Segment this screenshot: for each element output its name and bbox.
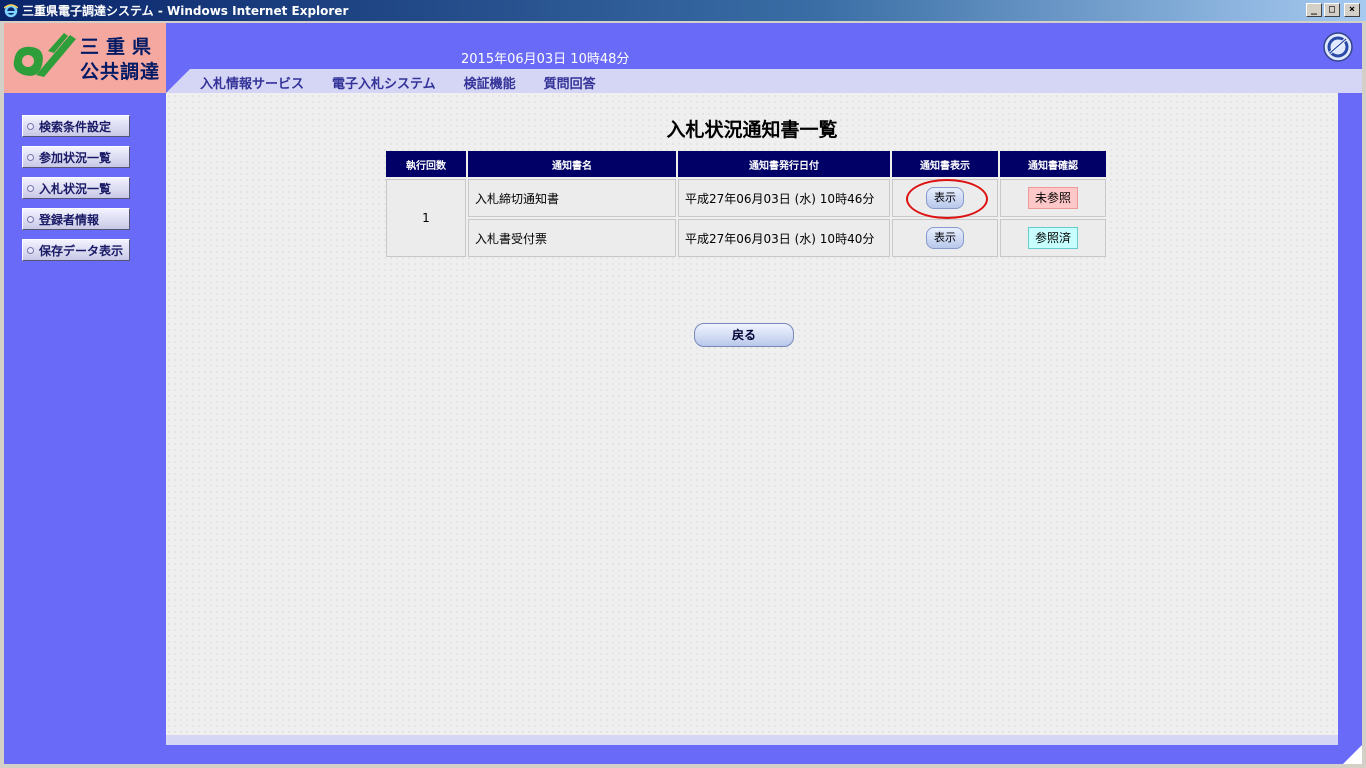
bullet-icon	[27, 246, 34, 254]
sidebar-item-label: 保存データ表示	[39, 243, 124, 258]
sidebar-saved-data[interactable]: 保存データ表示	[22, 239, 130, 261]
confirmation-cell: 参照済	[1000, 219, 1106, 257]
col-header-display: 通知書表示	[892, 151, 998, 177]
highlight-circle: 表示	[926, 187, 964, 209]
bullet-icon	[27, 122, 34, 130]
col-header-issue-date: 通知書発行日付	[678, 151, 890, 177]
col-header-confirmation: 通知書確認	[1000, 151, 1106, 177]
ie-logo-icon	[4, 3, 18, 17]
table-row: 入札書受付票 平成27年06月03日 (水) 10時40分 表示 参照済	[386, 219, 1106, 257]
sidebar-bid-status[interactable]: 入札状況一覧	[22, 177, 130, 199]
display-button[interactable]: 表示	[926, 227, 964, 249]
right-frame-edge	[1338, 93, 1362, 745]
sidebar: 検索条件設定 参加状況一覧 入札状況一覧 登録者情報 保存データ表示	[4, 93, 166, 764]
ie-globe-icon	[1323, 32, 1353, 62]
bullet-icon	[27, 184, 34, 192]
logo: 三重県 公共調達	[4, 23, 166, 93]
window-title: 三重県電子調達システム - Windows Internet Explorer	[22, 4, 349, 18]
current-datetime: 2015年06月03日 10時48分	[461, 52, 630, 67]
footer-bar	[166, 745, 1362, 764]
nav-qa[interactable]: 質問回答	[544, 73, 596, 92]
bullet-icon	[27, 153, 34, 161]
issue-date-cell: 平成27年06月03日 (水) 10時46分	[678, 179, 890, 217]
display-cell: 表示	[892, 219, 998, 257]
nav-verification[interactable]: 検証機能	[464, 73, 516, 92]
confirmation-cell: 未参照	[1000, 179, 1106, 217]
header: 2015年06月03日 10時48分	[166, 23, 1362, 69]
main-content: 入札状況通知書一覧 執行回数 通知書名 通知書発行日付 通知書表示 通知書確認 …	[166, 93, 1338, 735]
minimize-button[interactable]: _	[1306, 3, 1322, 17]
mie-logo-icon	[13, 33, 76, 77]
display-button[interactable]: 表示	[926, 187, 964, 209]
back-button[interactable]: 戻る	[694, 323, 794, 347]
logo-line2: 公共調達	[80, 61, 161, 83]
display-cell: 表示	[892, 179, 998, 217]
sidebar-participation-status[interactable]: 参加状況一覧	[22, 146, 130, 168]
sidebar-item-label: 登録者情報	[39, 212, 100, 227]
round-cell: 1	[386, 179, 466, 257]
maximize-button[interactable]: □	[1324, 3, 1340, 17]
notice-name-cell: 入札締切通知書	[468, 179, 676, 217]
page-title: 入札状況通知書一覧	[666, 119, 838, 141]
notice-name-cell: 入札書受付票	[468, 219, 676, 257]
table-row: 1 入札締切通知書 平成27年06月03日 (水) 10時46分 表示 未参照	[386, 179, 1106, 257]
logo-line1: 三重県	[80, 36, 159, 58]
sidebar-item-label: 参加状況一覧	[39, 150, 112, 165]
window-controls: _ □ ×	[1306, 3, 1360, 17]
footer-strip	[166, 735, 1338, 745]
bullet-icon	[27, 215, 34, 223]
sidebar-search-conditions[interactable]: 検索条件設定	[22, 115, 130, 137]
status-badge-read: 参照済	[1028, 227, 1078, 249]
status-badge-unread: 未参照	[1028, 187, 1078, 209]
sidebar-item-label: 入札状況一覧	[39, 181, 112, 196]
sidebar-item-label: 検索条件設定	[39, 119, 112, 134]
nav-e-bidding-system[interactable]: 電子入札システム	[332, 73, 436, 92]
col-header-round: 執行回数	[386, 151, 466, 177]
close-button[interactable]: ×	[1344, 3, 1360, 17]
top-nav: 入札情報サービス 電子入札システム 検証機能 質問回答	[166, 69, 1362, 93]
window-titlebar: 三重県電子調達システム - Windows Internet Explorer …	[0, 0, 1366, 21]
nav-bid-info-service[interactable]: 入札情報サービス	[200, 73, 304, 92]
issue-date-cell: 平成27年06月03日 (水) 10時40分	[678, 219, 890, 257]
table-header-row: 執行回数 通知書名 通知書発行日付 通知書表示 通知書確認	[386, 151, 1106, 177]
notice-table: 執行回数 通知書名 通知書発行日付 通知書表示 通知書確認 1 入札締切通知書 …	[384, 149, 1108, 259]
col-header-notice-name: 通知書名	[468, 151, 676, 177]
browser-viewport: 三重県 公共調達 2015年06月03日 10時48分 入札情報サービス 電子入…	[4, 23, 1362, 764]
sidebar-registrant-info[interactable]: 登録者情報	[22, 208, 130, 230]
